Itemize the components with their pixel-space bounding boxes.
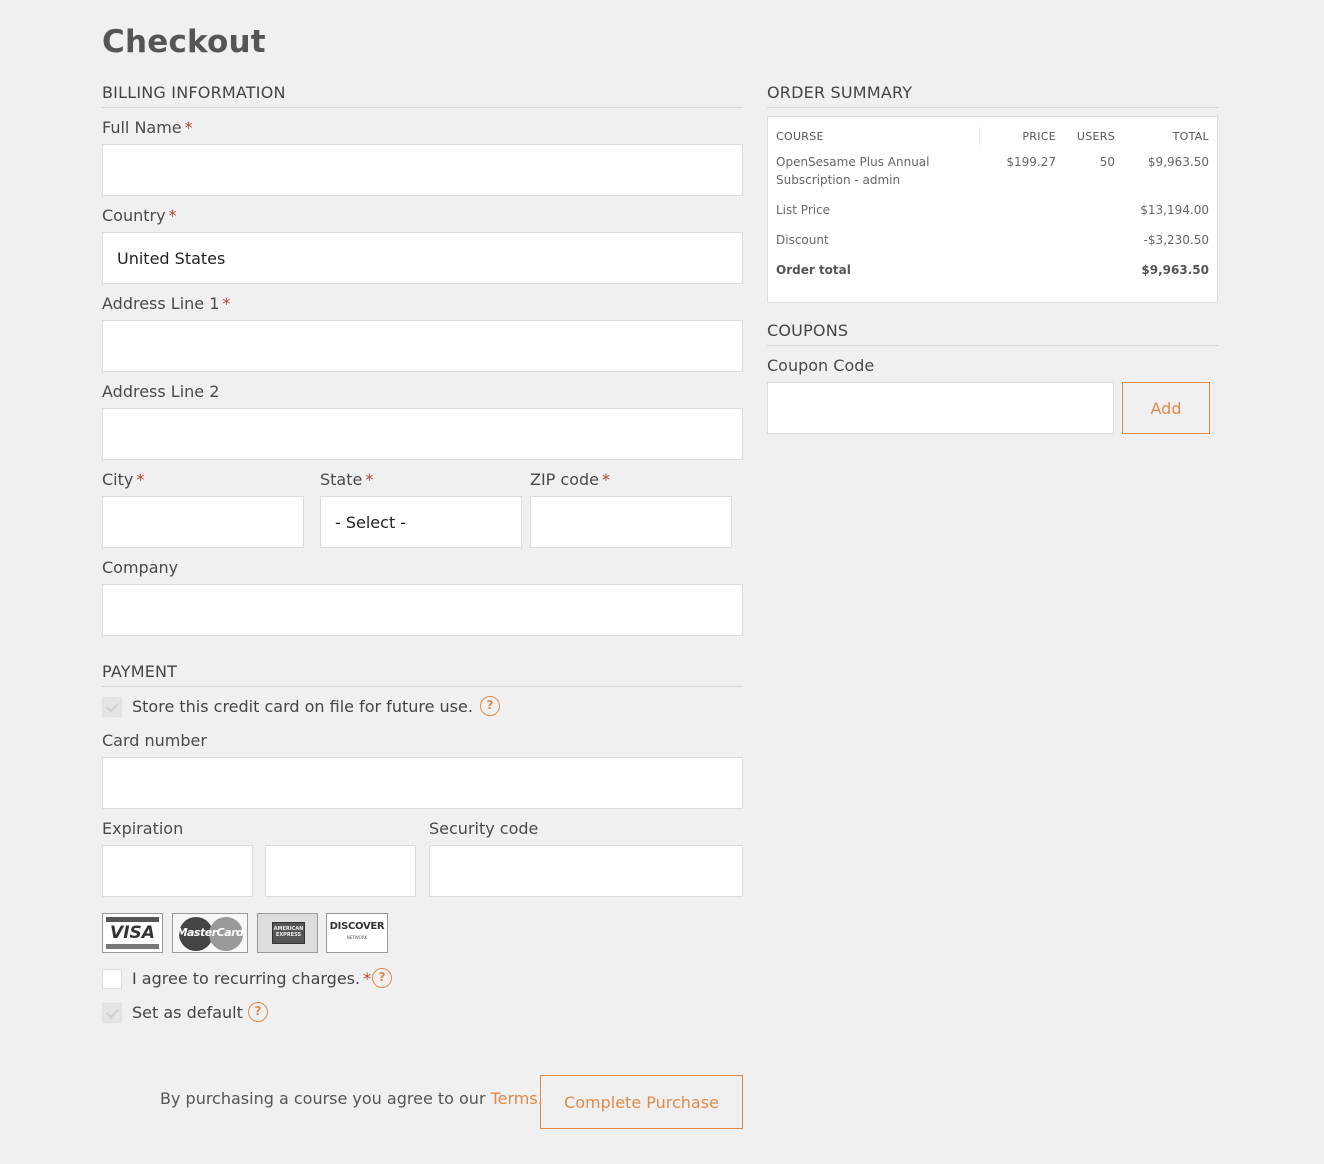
- billing-heading: BILLING INFORMATION: [102, 83, 743, 108]
- col-total: TOTAL: [1172, 130, 1209, 143]
- payment-heading: PAYMENT: [102, 662, 743, 687]
- state-label: State *: [320, 470, 374, 489]
- order-summary-heading: ORDER SUMMARY: [767, 83, 1218, 108]
- order-total-label: Order total: [776, 263, 851, 277]
- country-select[interactable]: United States: [102, 232, 743, 284]
- order-total-value: $9,963.50: [1141, 263, 1209, 277]
- set-default-help-icon[interactable]: ?: [248, 1002, 268, 1022]
- col-course: COURSE: [776, 130, 824, 143]
- item-users: 50: [1099, 155, 1115, 169]
- expiration-label: Expiration: [102, 819, 184, 838]
- company-input[interactable]: [102, 584, 743, 636]
- mastercard-logo: MasterCard: [172, 913, 248, 953]
- complete-purchase-button[interactable]: Complete Purchase: [540, 1075, 743, 1129]
- expiration-month-input[interactable]: [102, 845, 253, 897]
- zip-label: ZIP code *: [530, 470, 610, 489]
- add-coupon-button[interactable]: Add: [1122, 382, 1210, 434]
- col-users: USERS: [1076, 130, 1115, 143]
- card-number-label: Card number: [102, 731, 207, 750]
- store-card-help-icon[interactable]: ?: [480, 696, 500, 716]
- security-code-label: Security code: [429, 819, 539, 838]
- card-number-input[interactable]: [102, 757, 743, 809]
- item-course-line2: Subscription - admin: [776, 173, 901, 187]
- coupon-code-input[interactable]: [767, 382, 1114, 434]
- terms-notice: By purchasing a course you agree to our …: [160, 1089, 543, 1108]
- full-name-label: Full Name *: [102, 118, 193, 137]
- item-price: $199.27: [1006, 155, 1056, 169]
- coupons-heading: COUPONS: [767, 321, 1218, 346]
- recurring-checkbox[interactable]: [102, 969, 122, 989]
- recurring-label: I agree to recurring charges. *: [132, 969, 372, 988]
- store-card-label: Store this credit card on file for futur…: [132, 697, 473, 716]
- coupon-code-label: Coupon Code: [767, 356, 875, 375]
- discover-logo: DISCOVER NETWORK: [326, 913, 388, 953]
- address2-input[interactable]: [102, 408, 743, 460]
- discount-value: -$3,230.50: [1143, 233, 1209, 247]
- set-default-checkbox[interactable]: [102, 1003, 122, 1023]
- city-label: City *: [102, 470, 145, 489]
- full-name-input[interactable]: [102, 144, 743, 196]
- recurring-help-icon[interactable]: ?: [372, 968, 392, 988]
- city-input[interactable]: [102, 496, 304, 548]
- discount-label: Discount: [776, 233, 829, 247]
- col-price: PRICE: [1022, 130, 1056, 143]
- state-value: - Select -: [335, 512, 407, 532]
- set-default-label: Set as default: [132, 1003, 243, 1022]
- country-value: United States: [117, 248, 226, 268]
- item-course-line1: OpenSesame Plus Annual: [776, 155, 930, 169]
- page-title: Checkout: [102, 24, 266, 60]
- zip-input[interactable]: [530, 496, 732, 548]
- security-code-input[interactable]: [429, 845, 743, 897]
- list-price-label: List Price: [776, 203, 831, 217]
- amex-logo: AMERICAN EXPRESS: [257, 913, 318, 953]
- terms-link[interactable]: Terms.: [491, 1089, 543, 1108]
- state-select[interactable]: - Select -: [320, 496, 522, 548]
- store-card-checkbox[interactable]: [102, 697, 122, 717]
- country-label: Country *: [102, 206, 177, 225]
- company-label: Company: [102, 558, 179, 577]
- order-summary-table: COURSE PRICE USERS TOTAL OpenSesame Plus…: [767, 116, 1218, 303]
- expiration-year-input[interactable]: [265, 845, 416, 897]
- address2-label: Address Line 2: [102, 382, 220, 401]
- address1-input[interactable]: [102, 320, 743, 372]
- visa-logo: VISA: [102, 913, 163, 953]
- address1-label: Address Line 1 *: [102, 294, 231, 313]
- list-price-value: $13,194.00: [1140, 203, 1209, 217]
- item-total: $9,963.50: [1147, 155, 1209, 169]
